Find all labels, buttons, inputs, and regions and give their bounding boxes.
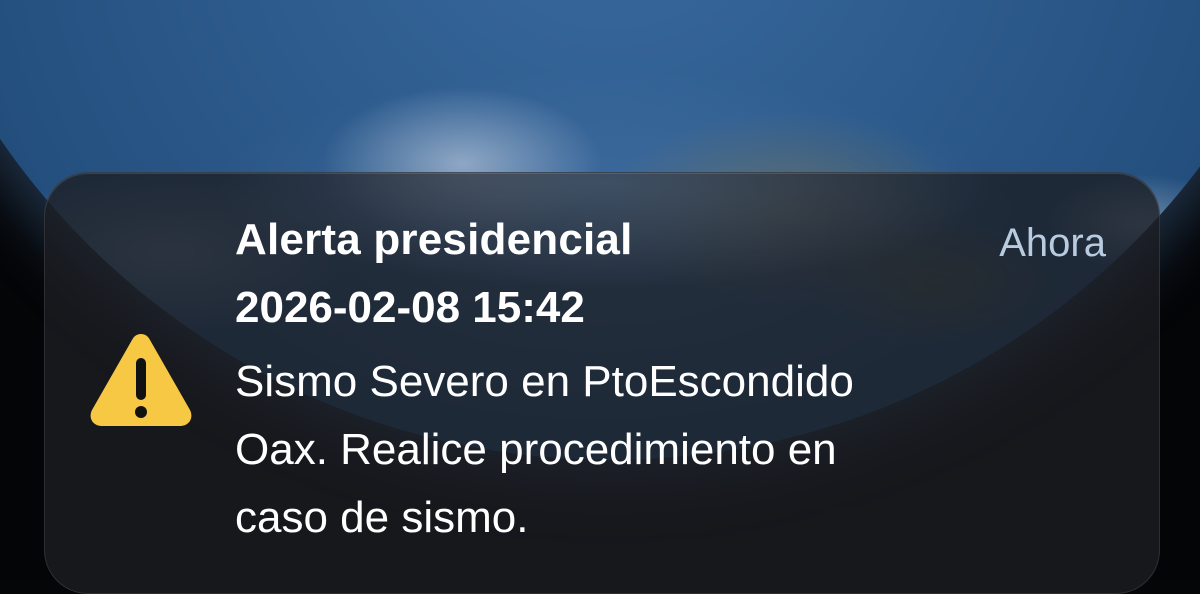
notification-time: Ahora	[999, 221, 1106, 265]
warning-icon	[90, 334, 192, 426]
message-line: Oax. Realice procedimiento en	[235, 425, 837, 474]
message-line: Sismo Severo en PtoEscondido	[235, 357, 854, 406]
notification-datetime: 2026-02-08 15:42	[235, 283, 585, 332]
message-line: caso de sismo.	[235, 493, 529, 542]
notification-title: Alerta presidencial	[235, 215, 633, 264]
notification-message: Sismo Severo en PtoEscondido Oax. Realic…	[235, 348, 1055, 552]
